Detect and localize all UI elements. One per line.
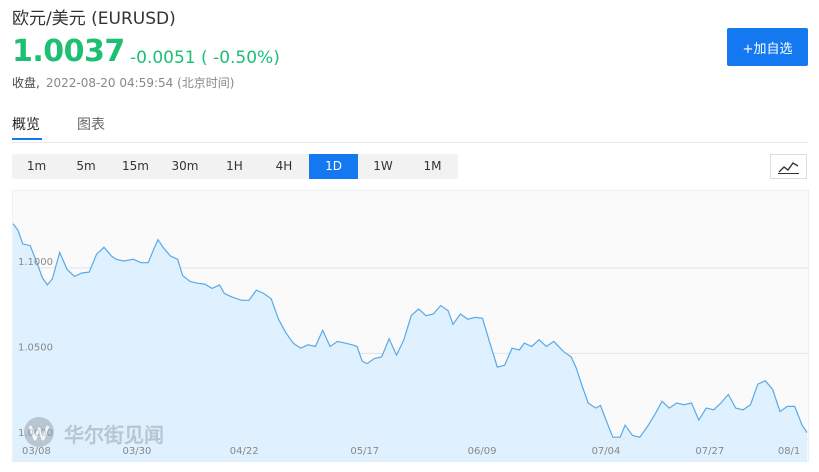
watermark-text: 华尔街见闻 — [64, 423, 164, 447]
tabs-divider — [12, 142, 808, 143]
x-tick-label: 08/1 — [778, 446, 800, 457]
period-1m[interactable]: 1m — [12, 154, 61, 179]
y-tick-label: 1.0500 — [18, 342, 53, 353]
period-5m[interactable]: 5m — [62, 154, 111, 179]
status-timestamp: 2022-08-20 04:59:54 (北京时间) — [45, 76, 235, 90]
last-price: 1.0037 — [12, 34, 125, 69]
instrument-title: 欧元/美元 (EURUSD) — [12, 9, 176, 29]
x-tick-label: 07/27 — [695, 446, 724, 457]
period-15m[interactable]: 15m — [111, 154, 160, 179]
period-1h[interactable]: 1H — [210, 154, 259, 179]
line-chart-icon — [778, 162, 799, 174]
wallstreetcn-logo — [24, 417, 54, 447]
status-label: 收盘, — [12, 76, 40, 90]
period-selector: 1m 5m 15m 30m 1H 4H 1D 1W 1M — [12, 154, 458, 179]
tab-chart[interactable]: 图表 — [77, 114, 105, 134]
market-status: 收盘, 2022-08-20 04:59:54 (北京时间) — [12, 74, 234, 91]
period-1d[interactable]: 1D — [309, 154, 358, 179]
chart-type-button[interactable] — [770, 154, 807, 179]
period-4h[interactable]: 4H — [260, 154, 309, 179]
x-tick-label: 07/04 — [592, 446, 621, 457]
x-tick-label: 04/22 — [230, 446, 259, 457]
tab-overview[interactable]: 概览 — [12, 114, 40, 134]
x-tick-label: 06/09 — [468, 446, 497, 457]
period-30m[interactable]: 30m — [161, 154, 210, 179]
price-change: -0.0051 ( -0.50%) — [130, 48, 280, 68]
y-tick-label: 1.1000 — [18, 257, 53, 268]
period-1mo[interactable]: 1M — [408, 154, 457, 179]
add-to-watchlist-button[interactable]: +加自选 — [727, 28, 808, 66]
active-tab-indicator — [12, 138, 42, 140]
period-1w[interactable]: 1W — [359, 154, 408, 179]
x-tick-label: 05/17 — [350, 446, 379, 457]
